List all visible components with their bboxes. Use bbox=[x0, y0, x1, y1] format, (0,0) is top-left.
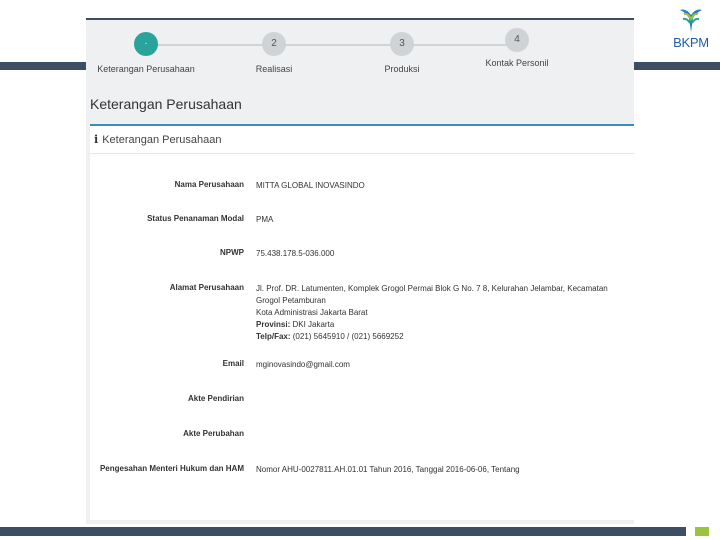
bkpm-leaf-icon bbox=[680, 9, 702, 32]
field-label: Akte Pendirian bbox=[187, 394, 244, 403]
field-label: Nama Perusahaan bbox=[174, 180, 244, 189]
step-keterangan-perusahaan[interactable]: · Keterangan Perusahaan bbox=[96, 32, 196, 74]
field-value: Nomor AHU-0027811.AH.01.01 Tahun 2016, T… bbox=[256, 465, 520, 474]
card-header: i Keterangan Perusahaan bbox=[90, 126, 634, 154]
field-label: Akte Perubahan bbox=[183, 429, 244, 438]
decorative-bar-top-left bbox=[0, 62, 88, 70]
field-label: NPWP bbox=[220, 248, 244, 257]
provinsi-value: DKI Jakarta bbox=[292, 320, 335, 329]
field-value: PMA bbox=[256, 215, 274, 224]
step-kontak-personil[interactable]: 4 Kontak Personil bbox=[467, 28, 567, 68]
field-label: Status Penanaman Modal bbox=[147, 214, 244, 223]
provinsi-label: Provinsi: bbox=[256, 320, 291, 329]
decorative-bar-top-right bbox=[633, 62, 720, 70]
decorative-bar-bottom bbox=[0, 527, 686, 536]
address-provinsi: Provinsi: DKI Jakarta bbox=[256, 319, 626, 331]
step-circle: 2 bbox=[262, 32, 286, 56]
telp-value: (021) 5645910 / (021) 5669252 bbox=[292, 332, 404, 341]
field-label: Email bbox=[222, 359, 244, 368]
logo-text: BKPM bbox=[673, 35, 709, 50]
field-value: mginovasindo@gmail.com bbox=[256, 360, 350, 369]
info-icon: i bbox=[94, 133, 99, 146]
company-info-card: i Keterangan Perusahaan Nama Perusahaan M… bbox=[90, 124, 634, 520]
step-circle: 3 bbox=[390, 32, 414, 56]
step-label: Keterangan Perusahaan bbox=[97, 64, 195, 74]
field-value: 75.438.178.5-036.000 bbox=[256, 249, 335, 258]
step-realisasi[interactable]: 2 Realisasi bbox=[224, 32, 324, 74]
bkpm-logo: BKPM bbox=[664, 6, 718, 56]
step-produksi[interactable]: 3 Produksi bbox=[352, 32, 452, 74]
step-circle: · bbox=[134, 32, 158, 56]
field-value: MITTA GLOBAL INOVASINDO bbox=[256, 181, 365, 190]
slide: BKPM · Keterangan Perusahaan 2 Realisasi… bbox=[0, 0, 720, 540]
decorative-accent-green bbox=[695, 527, 709, 536]
step-circle: 4 bbox=[505, 28, 529, 52]
telp-label: Telp/Fax: bbox=[256, 332, 291, 341]
step-label: Realisasi bbox=[255, 64, 293, 74]
field-label: Pengesahan Menteri Hukum dan HAM bbox=[99, 464, 244, 473]
address-line-2: Kota Administrasi Jakarta Barat bbox=[256, 308, 368, 317]
address-line-1: Jl. Prof. DR. Latumenten, Komplek Grogol… bbox=[256, 284, 608, 305]
field-value-address: Jl. Prof. DR. Latumenten, Komplek Grogol… bbox=[256, 283, 626, 343]
wizard-stepper: · Keterangan Perusahaan 2 Realisasi 3 Pr… bbox=[86, 20, 634, 80]
field-label: Alamat Perusahaan bbox=[169, 283, 244, 292]
step-label: Kontak Personil bbox=[485, 58, 549, 68]
card-header-title: Keterangan Perusahaan bbox=[102, 134, 222, 146]
screenshot-panel: · Keterangan Perusahaan 2 Realisasi 3 Pr… bbox=[86, 18, 634, 524]
page-title: Keterangan Perusahaan bbox=[90, 96, 242, 112]
step-label: Produksi bbox=[384, 64, 420, 74]
address-telp: Telp/Fax: (021) 5645910 / (021) 5669252 bbox=[256, 331, 626, 343]
stepper-line bbox=[142, 44, 522, 46]
